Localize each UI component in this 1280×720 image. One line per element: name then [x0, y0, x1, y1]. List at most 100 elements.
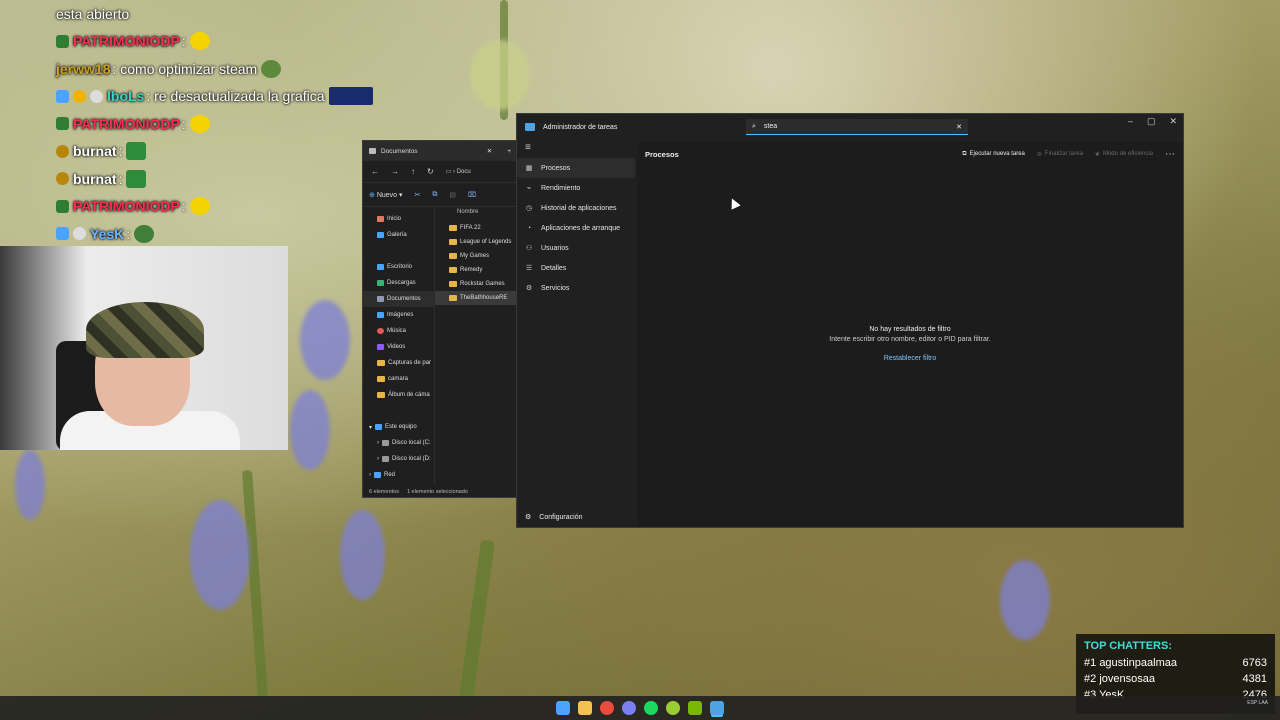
clear-search-icon[interactable]: ✕: [956, 123, 962, 131]
sidebar-item-videos[interactable]: Videos: [363, 339, 434, 355]
list-item[interactable]: Remedy: [435, 263, 517, 277]
paste-icon[interactable]: ▤: [449, 191, 456, 199]
sidebar-item-disco-c[interactable]: › Disco local (C:: [363, 435, 434, 451]
address-bar[interactable]: ▭ › Docu: [446, 168, 471, 175]
sidebar-item-galeria[interactable]: Galería: [363, 227, 434, 243]
documents-icon: [377, 296, 384, 302]
task-manager-icon[interactable]: [710, 701, 724, 715]
chrome-icon[interactable]: [600, 701, 614, 715]
nav-configuracion[interactable]: ⚙ Configuración: [517, 513, 582, 522]
chat-username: burnat: [73, 143, 117, 160]
pc-icon: [375, 424, 383, 430]
sidebar-item-red[interactable]: › Red: [363, 467, 434, 483]
column-header-name[interactable]: Nombre: [435, 209, 517, 221]
chatter-rank: #1: [1084, 657, 1097, 669]
explorer-tab[interactable]: Documentos ✕ +: [363, 141, 517, 161]
webcam-feed: [0, 246, 288, 450]
nav-usuarios[interactable]: ⚇ Usuarios: [517, 238, 637, 258]
chat-username: YesK: [90, 225, 125, 242]
badge-icon: [56, 172, 69, 186]
back-icon[interactable]: ←: [371, 167, 379, 176]
nvidia-icon[interactable]: [688, 701, 702, 715]
forward-icon[interactable]: →: [391, 167, 399, 176]
maximize-icon[interactable]: ▢: [1147, 116, 1156, 127]
folder-icon: [449, 295, 457, 301]
chatter-count: 4381: [1242, 673, 1267, 685]
nav-label: Servicios: [541, 284, 570, 292]
list-item-selected[interactable]: TheBathhouseRE: [435, 291, 517, 305]
wallpaper-flower: [470, 40, 530, 110]
xbox-icon[interactable]: [666, 701, 680, 715]
folder-icon: [449, 225, 457, 231]
list-item[interactable]: League of Legends: [435, 235, 517, 249]
minimize-icon[interactable]: –: [1128, 116, 1133, 127]
efficiency-mode-button[interactable]: ❦ Modo de eficiencia: [1095, 151, 1153, 158]
sidebar-item-escritorio[interactable]: Escritorio: [363, 259, 434, 275]
nav-detalles[interactable]: ☰ Detalles: [517, 258, 637, 278]
spotify-icon[interactable]: [644, 701, 658, 715]
more-options-icon[interactable]: ⋯: [1165, 149, 1175, 160]
sidebar-item-capturas[interactable]: Capturas de par: [363, 355, 434, 371]
new-tab-icon[interactable]: +: [507, 148, 511, 155]
badge-icon: [56, 34, 69, 48]
end-task-button[interactable]: ⊘ Finalizar tarea: [1037, 151, 1083, 158]
nav-rendimiento[interactable]: ⌁ Rendimiento: [517, 178, 637, 198]
chevron-right-icon[interactable]: ›: [369, 472, 371, 478]
chevron-right-icon[interactable]: ›: [377, 456, 379, 462]
chat-username: PATRIMONIODP: [73, 115, 180, 132]
sidebar-item-label: Videos: [387, 344, 406, 350]
chatter-count: 6763: [1242, 657, 1267, 669]
cut-icon[interactable]: ✂: [415, 191, 421, 199]
run-new-task-button[interactable]: ⧉ Ejecutar nueva tarea: [962, 151, 1025, 158]
new-button[interactable]: ⊕ Nuevo ▾: [369, 191, 403, 199]
webcam-cap: [86, 302, 204, 358]
sidebar-item-musica[interactable]: Música: [363, 323, 434, 339]
start-icon[interactable]: [556, 701, 570, 715]
nav-servicios[interactable]: ⚙ Servicios: [517, 278, 637, 298]
chevron-right-icon[interactable]: ›: [377, 440, 379, 446]
list-item[interactable]: FIFA 22: [435, 221, 517, 235]
empty-title: No hay resultados de filtro: [869, 326, 951, 333]
nav-arranque[interactable]: ◔ Aplicaciones de arranque: [517, 218, 637, 238]
list-item[interactable]: Rockstar Games: [435, 277, 517, 291]
sidebar-item-label: Imágenes: [387, 312, 414, 318]
nav-procesos[interactable]: ▦ Procesos: [517, 158, 635, 178]
chat-message: burnat :: [56, 165, 376, 193]
close-icon[interactable]: ✕: [1169, 116, 1177, 127]
sidebar-item-este-equipo[interactable]: ▾ Este equipo: [363, 419, 434, 435]
chat-username: lboLs: [107, 88, 145, 105]
task-manager-window: Administrador de tareas ⌕ stea ✕ – ▢ ✕ ≡…: [516, 113, 1184, 528]
language-indicator[interactable]: ESP LAA: [1247, 700, 1268, 706]
sidebar-item-inicio[interactable]: Inicio: [363, 211, 434, 227]
chevron-down-icon[interactable]: ▾: [369, 424, 372, 431]
rename-icon[interactable]: ⌧: [468, 191, 476, 199]
close-tab-icon[interactable]: ✕: [487, 147, 492, 155]
sidebar-item-label: Disco local (C:: [392, 440, 431, 446]
wallpaper-flower: [340, 510, 385, 600]
sidebar-item-album[interactable]: Álbum de cáma: [363, 387, 434, 403]
chatter-name: jovensosaa: [1099, 673, 1155, 685]
refresh-icon[interactable]: ↻: [427, 167, 434, 176]
wallpaper-flower: [300, 300, 350, 380]
sidebar-item-disco-d[interactable]: › Disco local (D:: [363, 451, 434, 467]
sidebar-item-imagenes[interactable]: Imágenes: [363, 307, 434, 323]
chat-text: : re desactualizada la grafica: [146, 88, 325, 105]
up-icon[interactable]: ↑: [411, 167, 415, 176]
search-input[interactable]: ⌕ stea ✕: [746, 119, 968, 135]
sidebar-item-documentos[interactable]: Documentos: [363, 291, 434, 307]
reset-filter-link[interactable]: Restablecer filtro: [637, 355, 1183, 362]
sidebar-item-label: Documentos: [387, 296, 421, 302]
task-manager-sidebar: ≡ ▦ Procesos ⌁ Rendimiento ◷ Historial de a…: [517, 142, 637, 527]
nav-historial[interactable]: ◷ Historial de aplicaciones: [517, 198, 637, 218]
nav-label: Usuarios: [541, 244, 569, 252]
sidebar-item-descargas[interactable]: Descargas: [363, 275, 434, 291]
sidebar-item-camara[interactable]: camara: [363, 371, 434, 387]
file-explorer-icon[interactable]: [578, 701, 592, 715]
processes-icon: ▦: [525, 165, 533, 172]
chat-message: burnat :: [56, 138, 376, 166]
hamburger-menu-icon[interactable]: ≡: [517, 142, 637, 158]
copy-icon[interactable]: ⧉: [432, 191, 437, 199]
list-item[interactable]: My Games: [435, 249, 517, 263]
discord-icon[interactable]: [622, 701, 636, 715]
nav-label: Aplicaciones de arranque: [541, 224, 620, 232]
